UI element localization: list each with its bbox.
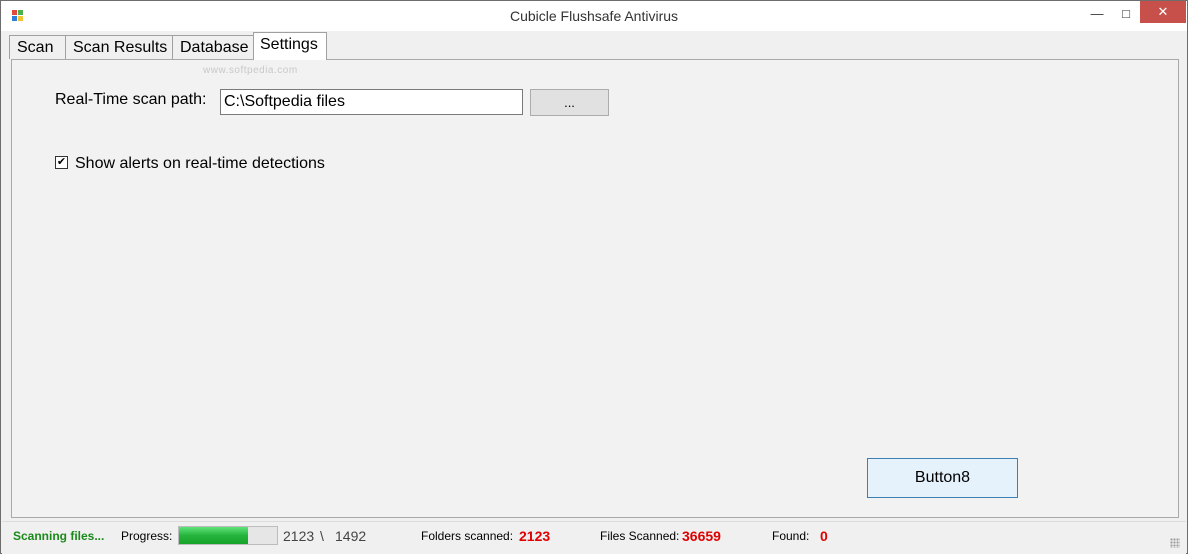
alerts-checkbox-label: Show alerts on real-time detections	[75, 155, 325, 172]
found-value: 0	[820, 528, 828, 544]
title-bar[interactable]: Cubicle Flushsafe Antivirus — □ ✕	[1, 1, 1187, 31]
maximize-button[interactable]: □	[1112, 1, 1140, 25]
browse-button[interactable]: ...	[530, 89, 609, 116]
folders-scanned-value: 2123	[519, 528, 551, 544]
button8[interactable]: Button8	[867, 458, 1018, 498]
files-scanned-value: 36659	[682, 528, 721, 544]
status-bar: Scanning files... Progress: 2123 \ 1492 …	[2, 521, 1186, 554]
tab-scan[interactable]: Scan	[9, 35, 66, 59]
minimize-button[interactable]: —	[1082, 1, 1112, 25]
settings-panel	[11, 59, 1179, 518]
progress-bar-fill	[179, 527, 248, 544]
scan-path-label: Real-Time scan path:	[55, 91, 207, 108]
tab-scan-results[interactable]: Scan Results	[65, 35, 173, 59]
tab-settings[interactable]: Settings	[253, 32, 327, 60]
close-button[interactable]: ✕	[1140, 1, 1186, 23]
progress-label: Progress:	[121, 529, 173, 543]
tab-database[interactable]: Database	[172, 35, 254, 59]
window-title: Cubicle Flushsafe Antivirus	[509, 8, 679, 24]
folders-scanned-label: Folders scanned:	[421, 529, 514, 543]
found-label: Found:	[772, 529, 810, 543]
progress-separator: \	[320, 528, 324, 544]
scan-path-input[interactable]	[220, 89, 523, 115]
scanning-status: Scanning files...	[13, 529, 105, 543]
watermark: www.softpedia.com	[203, 65, 298, 76]
alerts-checkbox[interactable]: ✔	[55, 156, 68, 169]
app-window: Cubicle Flushsafe Antivirus — □ ✕ Scan S…	[0, 0, 1188, 554]
progress-count-b: 1492	[335, 528, 367, 544]
files-scanned-label: Files Scanned:	[600, 529, 680, 543]
resize-grip-icon[interactable]	[1170, 538, 1180, 548]
progress-count-a: 2123	[283, 528, 315, 544]
progress-bar	[178, 526, 278, 545]
